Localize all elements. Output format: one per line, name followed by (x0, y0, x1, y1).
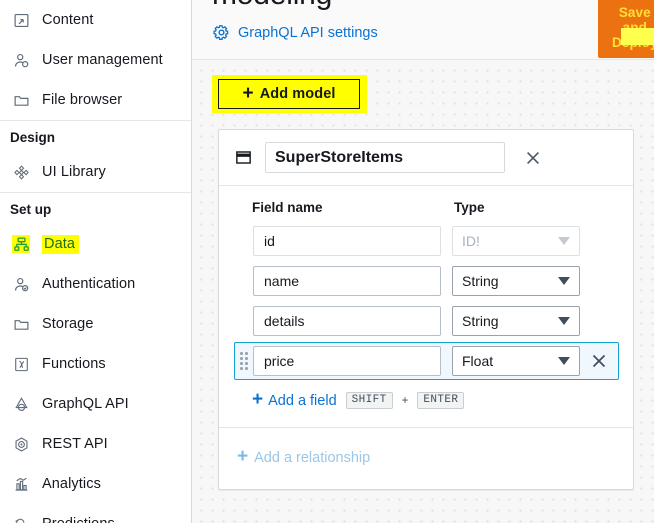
sidebar-item-data[interactable]: Data (0, 224, 191, 264)
shortcut-key-shift: SHIFT (345, 392, 393, 409)
column-header-field-name: Field name (252, 200, 323, 215)
field-type-value: ID! (462, 233, 480, 249)
field-row-selected[interactable]: Float (234, 342, 619, 380)
graphql-api-icon (12, 395, 30, 413)
sidebar-item-label: Data (42, 234, 80, 254)
sidebar-item-storage[interactable]: Storage (0, 304, 191, 344)
folder-icon (12, 91, 30, 109)
drag-handle-icon[interactable] (235, 351, 253, 371)
user-management-icon (12, 51, 30, 69)
sidebar-item-rest-api[interactable]: REST API (0, 424, 191, 464)
model-card-header (219, 130, 633, 186)
field-table-column-headers: Field name Type (234, 200, 619, 215)
field-row[interactable]: String (234, 262, 619, 300)
close-icon[interactable] (523, 148, 543, 168)
sidebar-item-label: Storage (42, 316, 94, 332)
sidebar-item-ui-library[interactable]: UI Library (0, 152, 191, 192)
field-type-select[interactable]: String (452, 266, 580, 296)
sidebar-item-label: Content (42, 12, 94, 28)
field-name-input[interactable] (253, 306, 441, 336)
data-icon (12, 235, 30, 253)
graphql-api-settings-label: GraphQL API settings (238, 24, 378, 41)
sidebar-navigation: Content User management File browser Des… (0, 0, 192, 523)
chevron-down-icon (558, 277, 570, 285)
sidebar-item-label: GraphQL API (42, 396, 129, 412)
sidebar-item-file-browser[interactable]: File browser (0, 80, 191, 120)
deploy-highlight-marker (621, 28, 654, 45)
sidebar-item-label: Authentication (42, 276, 136, 292)
sidebar-item-predictions[interactable]: Predictions (0, 504, 191, 523)
add-a-field-label: Add a field (268, 392, 337, 409)
sidebar-item-authentication[interactable]: Authentication (0, 264, 191, 304)
data-model-canvas[interactable]: + Add model SuperStoreItems Field name T… (192, 61, 654, 523)
deploy-button-container: Save and Deploy (598, 0, 654, 58)
field-type-select[interactable]: String (452, 306, 580, 336)
field-type-select: ID! (452, 226, 580, 256)
add-model-label: Add model (259, 86, 336, 102)
sidebar-item-label: User management (42, 52, 163, 68)
table-model-icon (234, 148, 253, 167)
remove-field-icon[interactable] (588, 350, 610, 372)
authentication-icon (12, 275, 30, 293)
graphql-api-settings-link[interactable]: GraphQL API settings (213, 24, 378, 41)
sidebar-section-design: Design (0, 120, 191, 152)
content-icon (12, 11, 30, 29)
field-type-value: Float (462, 353, 494, 369)
sidebar-item-user-management[interactable]: User management (0, 40, 191, 80)
field-name-input[interactable] (253, 346, 441, 376)
model-card-footer: + Add a relationship (219, 427, 633, 489)
add-a-relationship-label: Add a relationship (254, 449, 371, 466)
chevron-down-icon (558, 357, 570, 365)
model-name-input[interactable] (265, 142, 505, 173)
column-header-type: Type (454, 200, 485, 215)
sidebar-item-label: Analytics (42, 476, 101, 492)
amplify-studio-data-modeling-page: Content User management File browser Des… (0, 0, 654, 523)
sidebar-item-functions[interactable]: Functions (0, 344, 191, 384)
rest-api-icon (12, 435, 30, 453)
field-type-value: String (462, 273, 499, 289)
gear-icon (213, 24, 230, 41)
field-type-select[interactable]: Float (452, 346, 580, 376)
field-name-input[interactable] (253, 266, 441, 296)
shortcut-key-enter: ENTER (417, 392, 465, 409)
field-row[interactable]: String (234, 302, 619, 340)
sidebar-item-label: UI Library (42, 164, 106, 180)
sidebar-item-label: Functions (42, 356, 106, 372)
add-field-row: + Add a field SHIFT + ENTER (234, 382, 619, 421)
field-name-input[interactable] (253, 226, 441, 256)
ui-library-icon (12, 163, 30, 181)
sidebar-item-label: File browser (42, 92, 123, 108)
page-header: modeling GraphQL API settings Save and D… (192, 0, 654, 60)
main-content-area: modeling GraphQL API settings Save and D… (192, 0, 654, 523)
sidebar-item-label: REST API (42, 436, 108, 452)
plus-icon: + (237, 446, 249, 467)
field-row[interactable]: ID! (234, 222, 619, 260)
chevron-down-icon (558, 317, 570, 325)
chevron-down-icon (558, 237, 570, 245)
field-type-value: String (462, 313, 499, 329)
sidebar-item-label: Predictions (42, 516, 115, 523)
functions-lambda-icon (12, 355, 30, 373)
analytics-icon (12, 475, 30, 493)
sidebar-item-analytics[interactable]: Analytics (0, 464, 191, 504)
plus-icon: + (242, 82, 254, 104)
sidebar-item-graphql-api[interactable]: GraphQL API (0, 384, 191, 424)
add-model-button[interactable]: + Add model (218, 79, 360, 109)
model-card-body: Field name Type ID! (219, 186, 633, 427)
model-card: Field name Type ID! (218, 129, 634, 490)
predictions-icon (12, 515, 30, 523)
shortcut-plus-separator: + (401, 394, 409, 407)
add-a-relationship-button[interactable]: + Add a relationship (237, 446, 633, 467)
storage-icon (12, 315, 30, 333)
sidebar-item-content[interactable]: Content (0, 0, 191, 40)
page-title: modeling (212, 0, 332, 12)
add-a-field-button[interactable]: + Add a field (252, 389, 337, 410)
plus-icon: + (252, 389, 264, 410)
sidebar-section-setup: Set up (0, 192, 191, 224)
